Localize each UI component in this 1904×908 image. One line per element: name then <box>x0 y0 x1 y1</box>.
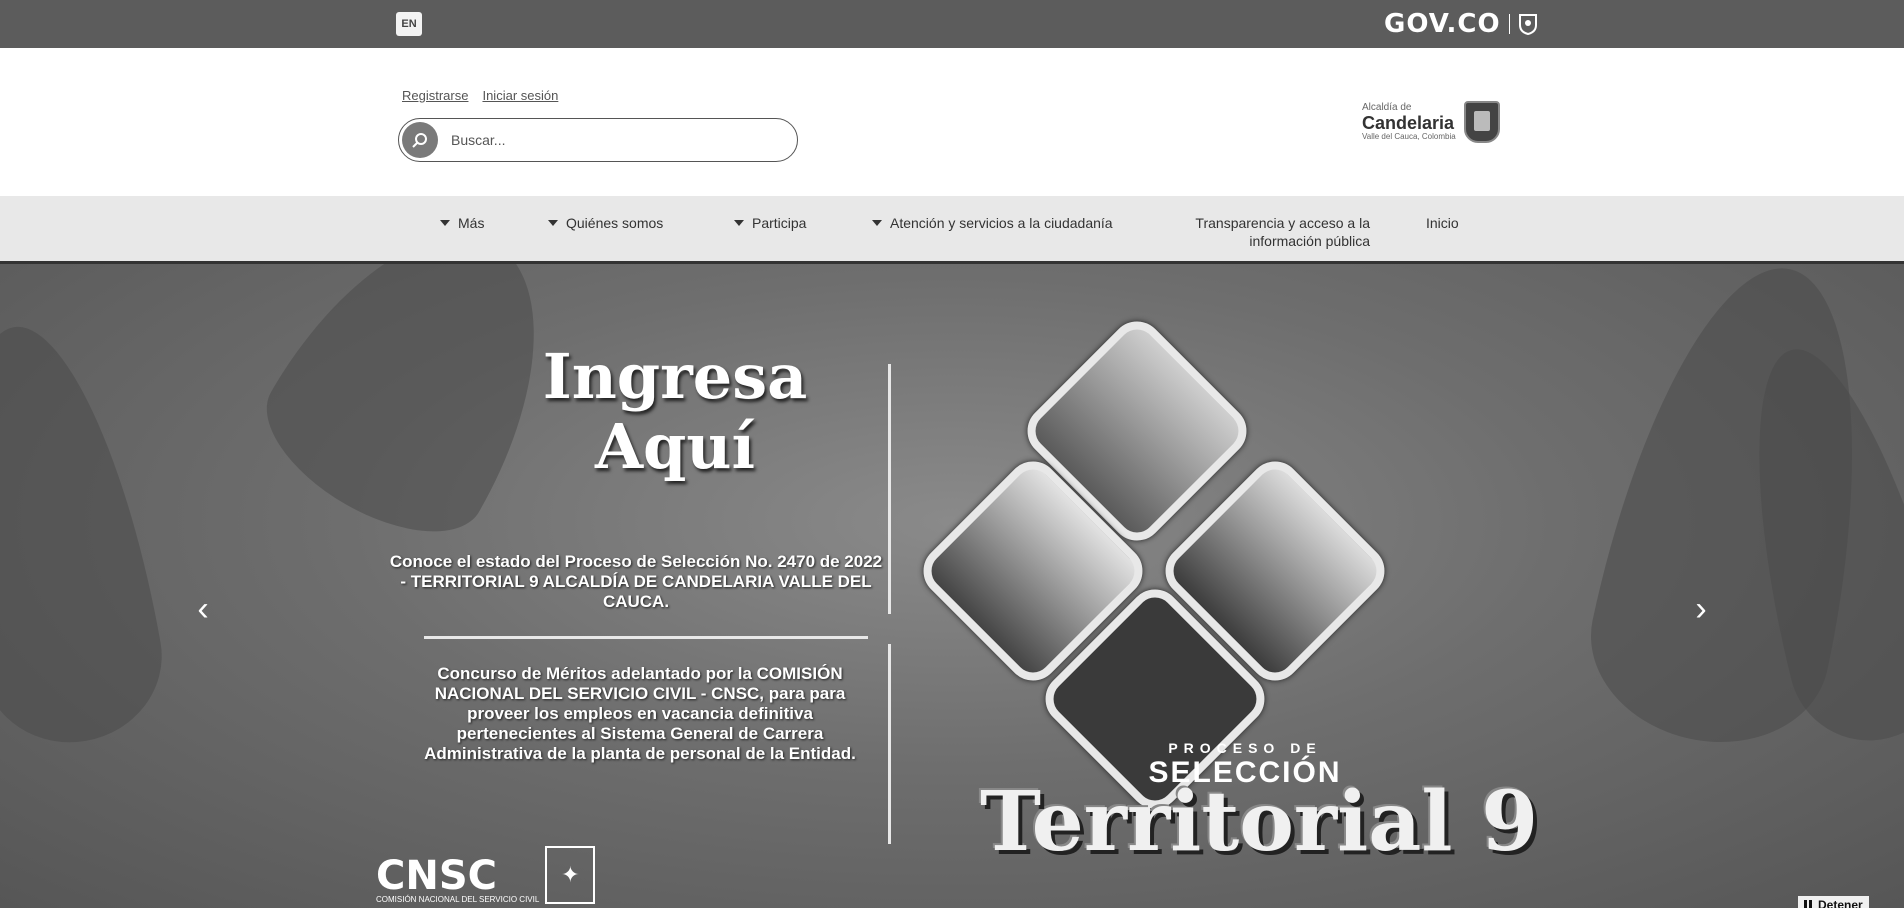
nav-item-label: Participa <box>752 215 807 231</box>
nav-item-label: Transparencia y acceso a la información … <box>1195 215 1370 249</box>
chevron-down-icon <box>440 220 450 226</box>
search-box <box>398 118 798 162</box>
nav-item-label: Atención y servicios a la ciudadanía <box>890 215 1113 231</box>
hero-vertical-divider <box>888 644 891 844</box>
login-link[interactable]: Iniciar sesión <box>482 88 558 103</box>
fern-decoration <box>0 311 176 757</box>
nav-item-quienes-somos[interactable]: Quiénes somos <box>548 214 663 232</box>
language-button[interactable]: EN <box>396 12 422 36</box>
cnsc-emblem-icon: ✦ <box>545 846 596 904</box>
nav-item-label: Más <box>458 215 485 231</box>
hero-carousel[interactable]: ‹ › Ingresa Aquí Conoce el estado del Pr… <box>0 264 1904 908</box>
headline-line2: Aquí <box>594 410 756 483</box>
hero-horizontal-divider <box>424 636 868 639</box>
carousel-prev-button[interactable]: ‹ <box>188 592 218 626</box>
site-header: Registrarse Iniciar sesión Alcaldía de C… <box>0 48 1904 196</box>
hero-vertical-divider <box>888 364 891 614</box>
auth-links: Registrarse Iniciar sesión <box>402 88 558 103</box>
nav-item-label: Inicio <box>1426 215 1459 231</box>
cnsc-text: CNSC <box>376 853 497 899</box>
gov-logo-divider <box>1508 14 1510 34</box>
chevron-right-icon: › <box>1695 590 1707 628</box>
search-button[interactable] <box>402 122 438 158</box>
carousel-next-button[interactable]: › <box>1686 592 1716 626</box>
cnsc-words: CNSC COMISIÓN NACIONAL DEL SERVICIO CIVI… <box>376 853 540 904</box>
hero-headline: Ingresa Aquí <box>520 342 830 482</box>
chevron-down-icon <box>734 220 744 226</box>
territorial-title: Territorial 9 <box>980 774 1539 870</box>
municipality-logo[interactable]: Alcaldía de Candelaria Valle del Cauca, … <box>1362 98 1500 146</box>
pause-icon <box>1804 900 1812 908</box>
gov-co-text: GOV.CO <box>1384 9 1501 39</box>
nav-item-participa[interactable]: Participa <box>734 214 806 232</box>
process-small-text: PROCESO DE <box>1168 740 1322 756</box>
brand-line3: Valle del Cauca, Colombia <box>1362 131 1456 141</box>
register-link[interactable]: Registrarse <box>402 88 468 103</box>
nav-item-transparencia[interactable]: Transparencia y acceso a la información … <box>1190 214 1370 250</box>
nav-item-mas[interactable]: Más <box>440 214 484 232</box>
chevron-down-icon <box>548 220 558 226</box>
colombia-shield-icon <box>1518 14 1537 35</box>
gov-co-logo[interactable]: GOV.CO <box>1384 9 1538 39</box>
nav-item-label: Quiénes somos <box>566 215 664 231</box>
nav-item-atencion[interactable]: Atención y servicios a la ciudadanía <box>872 214 1113 232</box>
coat-of-arms-icon <box>1463 101 1500 143</box>
gov-top-bar: EN GOV.CO <box>0 0 1904 48</box>
search-icon <box>412 133 427 148</box>
cnsc-logo: CNSC COMISIÓN NACIONAL DEL SERVICIO CIVI… <box>376 846 596 904</box>
main-nav: Inicio Transparencia y acceso a la infor… <box>0 196 1904 264</box>
headline-line1: Ingresa <box>542 340 808 413</box>
search-input[interactable] <box>449 128 783 152</box>
carousel-stop-button[interactable]: Detener <box>1798 896 1869 908</box>
brand-line2: Candelaria <box>1362 112 1455 133</box>
brand-text: Alcaldía de Candelaria Valle del Cauca, … <box>1362 103 1456 141</box>
chevron-left-icon: ‹ <box>197 590 209 628</box>
nav-item-inicio[interactable]: Inicio <box>1426 214 1459 232</box>
chevron-down-icon <box>872 220 882 226</box>
cnsc-subtitle: COMISIÓN NACIONAL DEL SERVICIO CIVIL <box>376 895 540 904</box>
hero-paragraph-process: Conoce el estado del Proceso de Selecció… <box>389 552 883 611</box>
stop-label: Detener <box>1818 898 1863 908</box>
hero-paragraph-concurso: Concurso de Méritos adelantado por la CO… <box>424 664 856 763</box>
